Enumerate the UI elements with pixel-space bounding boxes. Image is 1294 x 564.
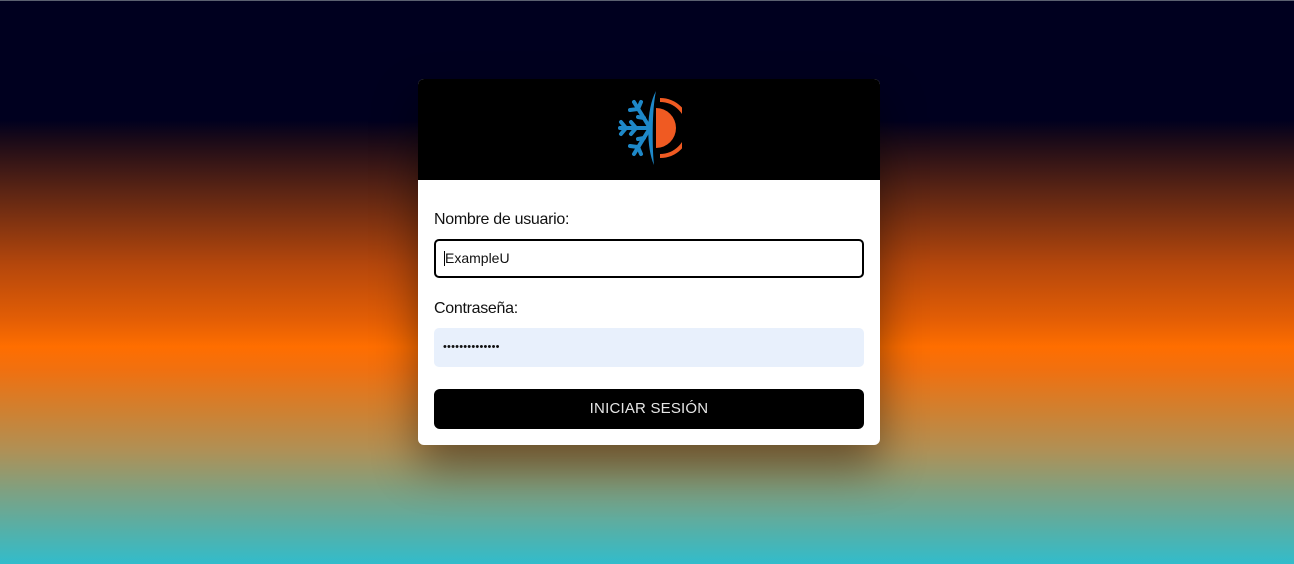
username-label: Nombre de usuario: xyxy=(434,211,570,228)
login-card: Nombre de usuario: ExampleU Contraseña: … xyxy=(418,79,880,445)
login-header xyxy=(418,79,880,180)
username-input[interactable]: ExampleU xyxy=(434,239,864,278)
top-border-line xyxy=(0,0,1294,1)
password-label: Contraseña: xyxy=(434,300,518,317)
snowflake-sun-logo-icon xyxy=(618,91,682,165)
text-cursor xyxy=(444,250,445,266)
login-button[interactable]: INICIAR SESIÓN xyxy=(434,389,864,429)
password-masked-value: •••••••••••••• xyxy=(443,341,500,353)
password-input[interactable]: •••••••••••••• xyxy=(434,328,864,367)
username-value: ExampleU xyxy=(445,250,510,266)
